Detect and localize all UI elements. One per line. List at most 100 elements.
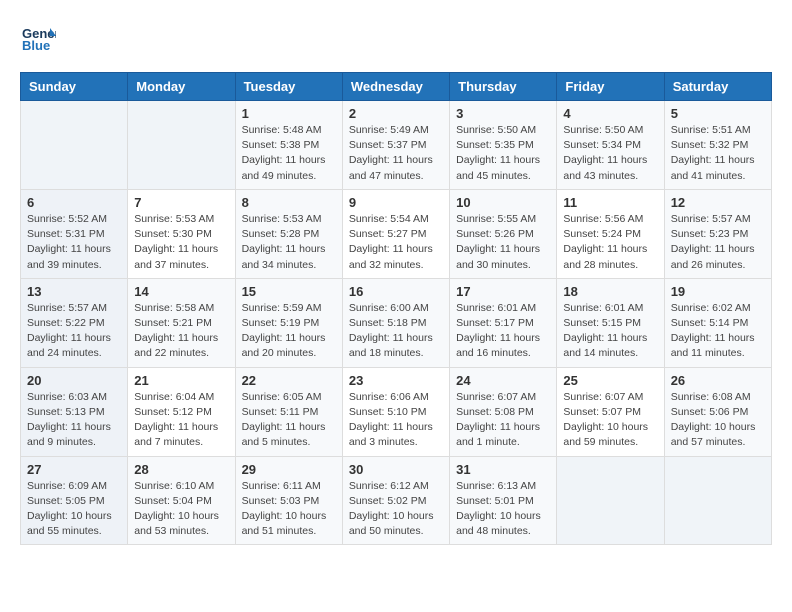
day-number: 13 bbox=[27, 284, 121, 299]
day-number: 30 bbox=[349, 462, 443, 477]
day-number: 23 bbox=[349, 373, 443, 388]
weekday-header-tuesday: Tuesday bbox=[235, 73, 342, 101]
calendar-day-cell: 25 Sunrise: 6:07 AM Sunset: 5:07 PM Dayli… bbox=[557, 367, 664, 456]
calendar-day-cell: 26 Sunrise: 6:08 AM Sunset: 5:06 PM Dayli… bbox=[664, 367, 771, 456]
day-number: 18 bbox=[563, 284, 657, 299]
day-info: Sunrise: 6:09 AM Sunset: 5:05 PM Dayligh… bbox=[27, 479, 121, 540]
weekday-header-monday: Monday bbox=[128, 73, 235, 101]
calendar-day-cell: 31 Sunrise: 6:13 AM Sunset: 5:01 PM Dayli… bbox=[450, 456, 557, 545]
logo-icon: General Blue bbox=[20, 20, 56, 56]
day-info: Sunrise: 6:04 AM Sunset: 5:12 PM Dayligh… bbox=[134, 390, 228, 451]
calendar-day-cell: 2Sunrise: 5:49 AM Sunset: 5:37 PM Daylig… bbox=[342, 101, 449, 190]
calendar-day-cell: 5 Sunrise: 5:51 AM Sunset: 5:32 PM Daylig… bbox=[664, 101, 771, 190]
day-number: 29 bbox=[242, 462, 336, 477]
calendar-day-cell: 4 Sunrise: 5:50 AM Sunset: 5:34 PM Daylig… bbox=[557, 101, 664, 190]
day-number: 14 bbox=[134, 284, 228, 299]
day-info: Sunrise: 6:07 AM Sunset: 5:08 PM Dayligh… bbox=[456, 390, 550, 451]
day-number: 6 bbox=[27, 195, 121, 210]
day-number: 5 bbox=[671, 106, 765, 121]
day-info: Sunrise: 5:48 AM Sunset: 5:38 PM Dayligh… bbox=[242, 123, 336, 184]
day-number: 4 bbox=[563, 106, 657, 121]
calendar-day-cell: 23 Sunrise: 6:06 AM Sunset: 5:10 PM Dayli… bbox=[342, 367, 449, 456]
day-number: 2 bbox=[349, 106, 443, 121]
day-info: Sunrise: 5:55 AM Sunset: 5:26 PM Dayligh… bbox=[456, 212, 550, 273]
calendar-week-row: 13 Sunrise: 5:57 AM Sunset: 5:22 PM Dayli… bbox=[21, 278, 772, 367]
day-info: Sunrise: 6:08 AM Sunset: 5:06 PM Dayligh… bbox=[671, 390, 765, 451]
day-info: Sunrise: 6:01 AM Sunset: 5:15 PM Dayligh… bbox=[563, 301, 657, 362]
day-info: Sunrise: 6:11 AM Sunset: 5:03 PM Dayligh… bbox=[242, 479, 336, 540]
calendar-day-cell: 8 Sunrise: 5:53 AM Sunset: 5:28 PM Daylig… bbox=[235, 189, 342, 278]
day-number: 25 bbox=[563, 373, 657, 388]
calendar-day-cell: 20Sunrise: 6:03 AM Sunset: 5:13 PM Dayli… bbox=[21, 367, 128, 456]
day-info: Sunrise: 5:59 AM Sunset: 5:19 PM Dayligh… bbox=[242, 301, 336, 362]
day-number: 20 bbox=[27, 373, 121, 388]
day-number: 12 bbox=[671, 195, 765, 210]
calendar-day-cell: 9Sunrise: 5:54 AM Sunset: 5:27 PM Daylig… bbox=[342, 189, 449, 278]
day-info: Sunrise: 6:06 AM Sunset: 5:10 PM Dayligh… bbox=[349, 390, 443, 451]
calendar-day-cell: 29 Sunrise: 6:11 AM Sunset: 5:03 PM Dayli… bbox=[235, 456, 342, 545]
calendar-day-cell: 17Sunrise: 6:01 AM Sunset: 5:17 PM Dayli… bbox=[450, 278, 557, 367]
day-info: Sunrise: 5:50 AM Sunset: 5:35 PM Dayligh… bbox=[456, 123, 550, 184]
day-number: 10 bbox=[456, 195, 550, 210]
calendar-header-row: SundayMondayTuesdayWednesdayThursdayFrid… bbox=[21, 73, 772, 101]
day-info: Sunrise: 6:10 AM Sunset: 5:04 PM Dayligh… bbox=[134, 479, 228, 540]
calendar-day-cell: 15 Sunrise: 5:59 AM Sunset: 5:19 PM Dayli… bbox=[235, 278, 342, 367]
day-info: Sunrise: 5:51 AM Sunset: 5:32 PM Dayligh… bbox=[671, 123, 765, 184]
calendar-day-cell: 10 Sunrise: 5:55 AM Sunset: 5:26 PM Dayli… bbox=[450, 189, 557, 278]
calendar-day-cell: 28 Sunrise: 6:10 AM Sunset: 5:04 PM Dayli… bbox=[128, 456, 235, 545]
day-number: 28 bbox=[134, 462, 228, 477]
weekday-header-friday: Friday bbox=[557, 73, 664, 101]
svg-text:Blue: Blue bbox=[22, 38, 50, 53]
day-info: Sunrise: 5:50 AM Sunset: 5:34 PM Dayligh… bbox=[563, 123, 657, 184]
day-number: 11 bbox=[563, 195, 657, 210]
calendar-day-cell: 11 Sunrise: 5:56 AM Sunset: 5:24 PM Dayli… bbox=[557, 189, 664, 278]
calendar-day-cell: 3 Sunrise: 5:50 AM Sunset: 5:35 PM Daylig… bbox=[450, 101, 557, 190]
calendar-day-cell: 14 Sunrise: 5:58 AM Sunset: 5:21 PM Dayli… bbox=[128, 278, 235, 367]
day-info: Sunrise: 5:58 AM Sunset: 5:21 PM Dayligh… bbox=[134, 301, 228, 362]
calendar-empty-cell bbox=[128, 101, 235, 190]
day-number: 24 bbox=[456, 373, 550, 388]
calendar-week-row: 20Sunrise: 6:03 AM Sunset: 5:13 PM Dayli… bbox=[21, 367, 772, 456]
day-info: Sunrise: 6:05 AM Sunset: 5:11 PM Dayligh… bbox=[242, 390, 336, 451]
day-info: Sunrise: 6:07 AM Sunset: 5:07 PM Dayligh… bbox=[563, 390, 657, 451]
day-info: Sunrise: 5:52 AM Sunset: 5:31 PM Dayligh… bbox=[27, 212, 121, 273]
weekday-header-wednesday: Wednesday bbox=[342, 73, 449, 101]
calendar-empty-cell bbox=[557, 456, 664, 545]
day-number: 8 bbox=[242, 195, 336, 210]
calendar-week-row: 27 Sunrise: 6:09 AM Sunset: 5:05 PM Dayli… bbox=[21, 456, 772, 545]
day-info: Sunrise: 5:56 AM Sunset: 5:24 PM Dayligh… bbox=[563, 212, 657, 273]
day-info: Sunrise: 5:57 AM Sunset: 5:22 PM Dayligh… bbox=[27, 301, 121, 362]
calendar-empty-cell bbox=[21, 101, 128, 190]
day-number: 31 bbox=[456, 462, 550, 477]
calendar-day-cell: 6 Sunrise: 5:52 AM Sunset: 5:31 PM Daylig… bbox=[21, 189, 128, 278]
day-info: Sunrise: 6:13 AM Sunset: 5:01 PM Dayligh… bbox=[456, 479, 550, 540]
day-info: Sunrise: 6:01 AM Sunset: 5:17 PM Dayligh… bbox=[456, 301, 550, 362]
day-info: Sunrise: 6:12 AM Sunset: 5:02 PM Dayligh… bbox=[349, 479, 443, 540]
calendar-day-cell: 22Sunrise: 6:05 AM Sunset: 5:11 PM Dayli… bbox=[235, 367, 342, 456]
day-info: Sunrise: 5:54 AM Sunset: 5:27 PM Dayligh… bbox=[349, 212, 443, 273]
calendar-day-cell: 24 Sunrise: 6:07 AM Sunset: 5:08 PM Dayli… bbox=[450, 367, 557, 456]
page-header: General Blue bbox=[20, 20, 772, 56]
weekday-header-thursday: Thursday bbox=[450, 73, 557, 101]
day-number: 7 bbox=[134, 195, 228, 210]
calendar-table: SundayMondayTuesdayWednesdayThursdayFrid… bbox=[20, 72, 772, 545]
weekday-header-saturday: Saturday bbox=[664, 73, 771, 101]
day-number: 21 bbox=[134, 373, 228, 388]
calendar-day-cell: 1 Sunrise: 5:48 AM Sunset: 5:38 PM Daylig… bbox=[235, 101, 342, 190]
calendar-day-cell: 16 Sunrise: 6:00 AM Sunset: 5:18 PM Dayli… bbox=[342, 278, 449, 367]
calendar-day-cell: 18 Sunrise: 6:01 AM Sunset: 5:15 PM Dayli… bbox=[557, 278, 664, 367]
calendar-day-cell: 12Sunrise: 5:57 AM Sunset: 5:23 PM Dayli… bbox=[664, 189, 771, 278]
calendar-empty-cell bbox=[664, 456, 771, 545]
weekday-header-sunday: Sunday bbox=[21, 73, 128, 101]
calendar-day-cell: 27 Sunrise: 6:09 AM Sunset: 5:05 PM Dayli… bbox=[21, 456, 128, 545]
calendar-day-cell: 30 Sunrise: 6:12 AM Sunset: 5:02 PM Dayli… bbox=[342, 456, 449, 545]
calendar-day-cell: 21 Sunrise: 6:04 AM Sunset: 5:12 PM Dayli… bbox=[128, 367, 235, 456]
day-info: Sunrise: 5:53 AM Sunset: 5:28 PM Dayligh… bbox=[242, 212, 336, 273]
day-number: 1 bbox=[242, 106, 336, 121]
day-number: 27 bbox=[27, 462, 121, 477]
day-number: 3 bbox=[456, 106, 550, 121]
day-number: 15 bbox=[242, 284, 336, 299]
day-info: Sunrise: 6:00 AM Sunset: 5:18 PM Dayligh… bbox=[349, 301, 443, 362]
day-number: 16 bbox=[349, 284, 443, 299]
day-number: 26 bbox=[671, 373, 765, 388]
